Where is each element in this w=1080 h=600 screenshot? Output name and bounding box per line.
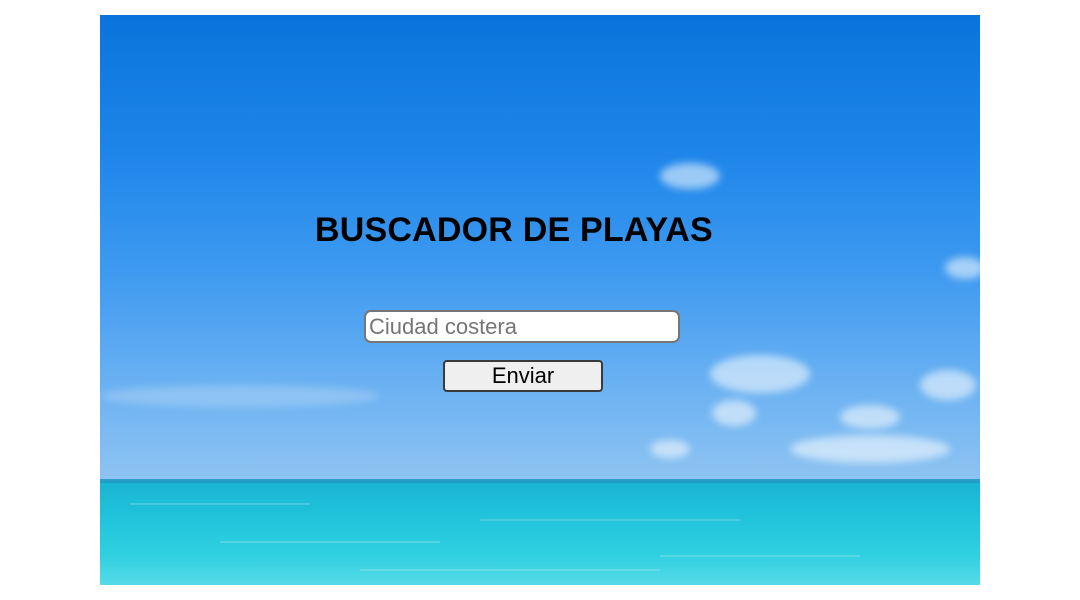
- cloud: [920, 370, 976, 400]
- page-title: BUSCADOR DE PLAYAS: [315, 211, 713, 249]
- cloud: [710, 355, 810, 393]
- wave: [130, 503, 310, 505]
- cloud: [712, 400, 756, 426]
- submit-button[interactable]: Enviar: [443, 360, 603, 392]
- cloud: [650, 440, 690, 458]
- wave: [360, 569, 660, 571]
- cloud: [945, 257, 980, 279]
- city-search-input[interactable]: [364, 310, 680, 343]
- cloud: [100, 385, 380, 407]
- cloud: [660, 163, 720, 189]
- sea: [100, 483, 980, 585]
- beach-background-image: BUSCADOR DE PLAYAS Enviar: [100, 15, 980, 585]
- wave: [660, 555, 860, 557]
- wave: [220, 541, 440, 543]
- wave: [480, 519, 740, 521]
- cloud: [840, 405, 900, 429]
- cloud: [790, 435, 950, 463]
